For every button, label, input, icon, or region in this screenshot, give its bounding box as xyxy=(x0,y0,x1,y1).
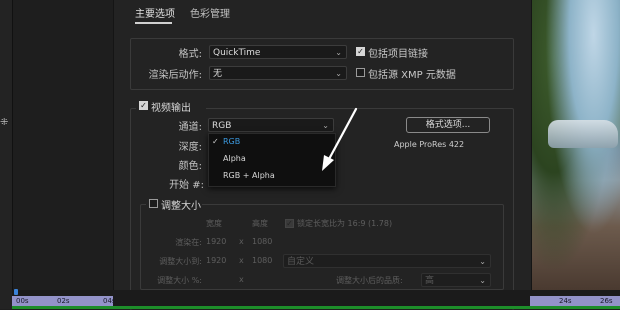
height-column-header: 高度 xyxy=(252,219,268,228)
timeline-label: 02s xyxy=(57,297,70,305)
channels-option-alpha[interactable]: Alpha xyxy=(209,151,335,167)
playhead-marker[interactable] xyxy=(14,289,18,295)
codec-info: Apple ProRes 422 xyxy=(394,140,465,149)
lock-aspect-checkbox[interactable]: ✓ xyxy=(285,219,294,228)
chevron-down-icon: ⌄ xyxy=(335,69,342,78)
resize-checkbox[interactable] xyxy=(149,199,158,208)
resize-preset-select[interactable]: 自定义 ⌄ xyxy=(283,254,491,268)
resize-label: 调整大小 xyxy=(161,201,201,212)
video-output-checkbox[interactable]: ✓ xyxy=(139,101,148,110)
annotation-arrow xyxy=(322,107,358,171)
lock-aspect-label: 锁定长宽比为 16:9 (1.78) xyxy=(297,219,393,228)
rendering-width: 1920 xyxy=(206,237,227,246)
depth-label: 深度: xyxy=(178,142,202,153)
format-options-button[interactable]: 格式选项... xyxy=(406,117,490,133)
resize-to-height[interactable]: 1080 xyxy=(252,256,272,265)
include-project-link-label: 包括项目链接 xyxy=(368,49,428,60)
width-column-header: 宽度 xyxy=(206,219,222,228)
rendering-at-label: 渲染在: xyxy=(175,238,202,247)
include-xmp-label: 包括源 XMP 元数据 xyxy=(368,70,456,81)
format-label: 格式: xyxy=(178,49,202,60)
resize-to-label: 调整大小到: xyxy=(159,257,202,266)
timeline-label: 26s xyxy=(600,297,613,305)
active-tab-indicator xyxy=(135,22,172,24)
video-output-label: 视频输出 xyxy=(151,103,191,114)
resize-percent-x: x xyxy=(239,275,244,284)
start-frame-label: 开始 #: xyxy=(169,180,204,191)
rendering-height: 1080 xyxy=(252,237,273,246)
tab-color-management[interactable]: 色彩管理 xyxy=(190,6,230,24)
color-label: 颜色: xyxy=(178,161,202,172)
post-render-action-label: 渲染后动作: xyxy=(148,70,202,81)
chevron-down-icon: ⌄ xyxy=(335,48,342,57)
resize-quality-select[interactable]: 高 ⌄ xyxy=(421,273,491,287)
include-project-link-checkbox[interactable]: ✓ xyxy=(356,47,365,56)
channels-option-rgb[interactable]: RGB xyxy=(209,134,335,150)
timeline-label: 24s xyxy=(559,297,572,305)
format-select[interactable]: QuickTime ⌄ xyxy=(209,45,347,59)
channels-dropdown-menu: ✓ RGB Alpha RGB + Alpha xyxy=(208,133,336,187)
background-panel-left xyxy=(0,0,13,309)
resize-quality-label: 调整大小后的品质: xyxy=(336,276,403,285)
include-xmp-checkbox[interactable] xyxy=(356,68,365,77)
channels-select[interactable]: RGB ⌄ xyxy=(208,118,334,132)
transform-icon: ⁜ xyxy=(0,117,9,128)
resize-to-width[interactable]: 1920 xyxy=(206,256,226,265)
preview-car-shape xyxy=(548,120,618,148)
post-render-action-select[interactable]: 无 ⌄ xyxy=(209,66,347,80)
chevron-down-icon: ⌄ xyxy=(479,257,486,266)
timeline-label: 00s xyxy=(16,297,29,305)
chevron-down-icon: ⌄ xyxy=(479,276,486,285)
rendering-x: x xyxy=(239,237,244,246)
timeline-label: 04s xyxy=(103,297,116,305)
resize-percent-label: 调整大小 %: xyxy=(157,276,202,285)
channels-option-rgb-alpha[interactable]: RGB + Alpha xyxy=(209,168,335,184)
channels-label: 通道: xyxy=(178,122,202,133)
resize-to-x: x xyxy=(239,256,244,265)
